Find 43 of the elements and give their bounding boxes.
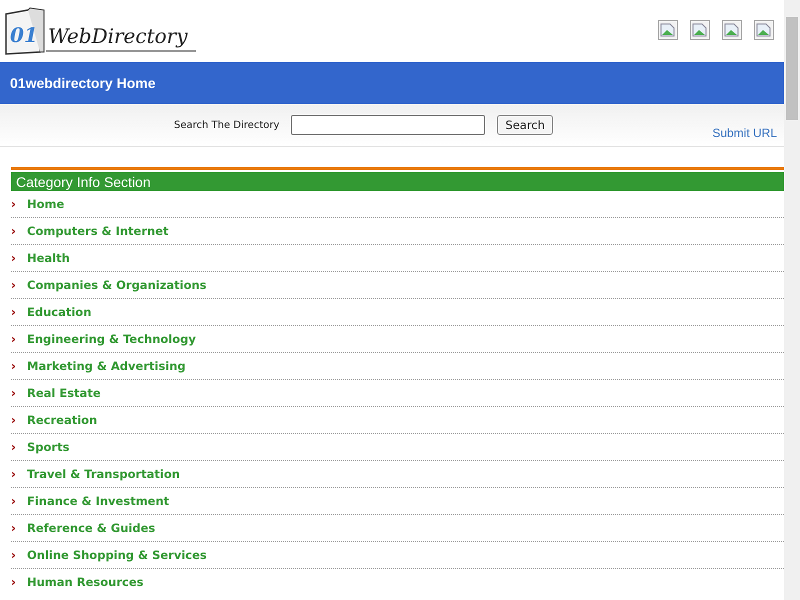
chevron-icon: › [11, 305, 27, 319]
category-link[interactable]: Online Shopping & Services [27, 548, 207, 562]
chevron-icon: › [11, 494, 27, 508]
search-label: Search The Directory [174, 120, 280, 130]
chevron-icon: › [11, 197, 27, 211]
search-button[interactable]: Search [497, 115, 553, 135]
logo-text[interactable]: WebDirectory [46, 24, 196, 52]
chevron-icon: › [11, 467, 27, 481]
category-link[interactable]: Travel & Transportation [27, 467, 180, 481]
submit-url-link[interactable]: Submit URL [712, 126, 777, 140]
chevron-icon: › [11, 359, 27, 373]
broken-image-icon[interactable] [690, 20, 710, 40]
broken-image-icon[interactable] [658, 20, 678, 40]
category-link[interactable]: Sports [27, 440, 70, 454]
chevron-icon: › [11, 413, 27, 427]
category-link[interactable]: Finance & Investment [27, 494, 170, 508]
search-field[interactable] [291, 115, 486, 135]
category-link[interactable]: Health [27, 251, 70, 265]
category-link[interactable]: Home [27, 197, 64, 211]
category-link[interactable]: Education [27, 305, 92, 319]
chevron-icon: › [11, 278, 27, 292]
chevron-icon: › [11, 440, 27, 454]
section-title: Category Info Section [16, 174, 151, 190]
chevron-icon: › [11, 575, 27, 589]
broken-image-icon[interactable] [754, 20, 774, 40]
category-link[interactable]: Companies & Organizations [27, 278, 207, 292]
chevron-icon: › [11, 251, 27, 265]
chevron-icon: › [11, 548, 27, 562]
home-link[interactable]: 01webdirectory Home [10, 75, 156, 91]
category-link[interactable]: Reference & Guides [27, 521, 156, 535]
broken-image-icon[interactable] [722, 20, 742, 40]
category-link[interactable]: Recreation [27, 413, 98, 427]
chevron-icon: › [11, 224, 27, 238]
category-link[interactable]: Computers & Internet [27, 224, 169, 238]
category-link[interactable]: Marketing & Advertising [27, 359, 186, 373]
category-link[interactable]: Engineering & Technology [27, 332, 196, 346]
category-link[interactable]: Real Estate [27, 386, 101, 400]
chevron-icon: › [11, 386, 27, 400]
category-link[interactable]: Human Resources [27, 575, 144, 589]
chevron-icon: › [11, 521, 27, 535]
vertical-scrollbar[interactable] [784, 0, 800, 600]
chevron-icon: › [11, 332, 27, 346]
scrollbar-thumb[interactable] [786, 17, 798, 120]
